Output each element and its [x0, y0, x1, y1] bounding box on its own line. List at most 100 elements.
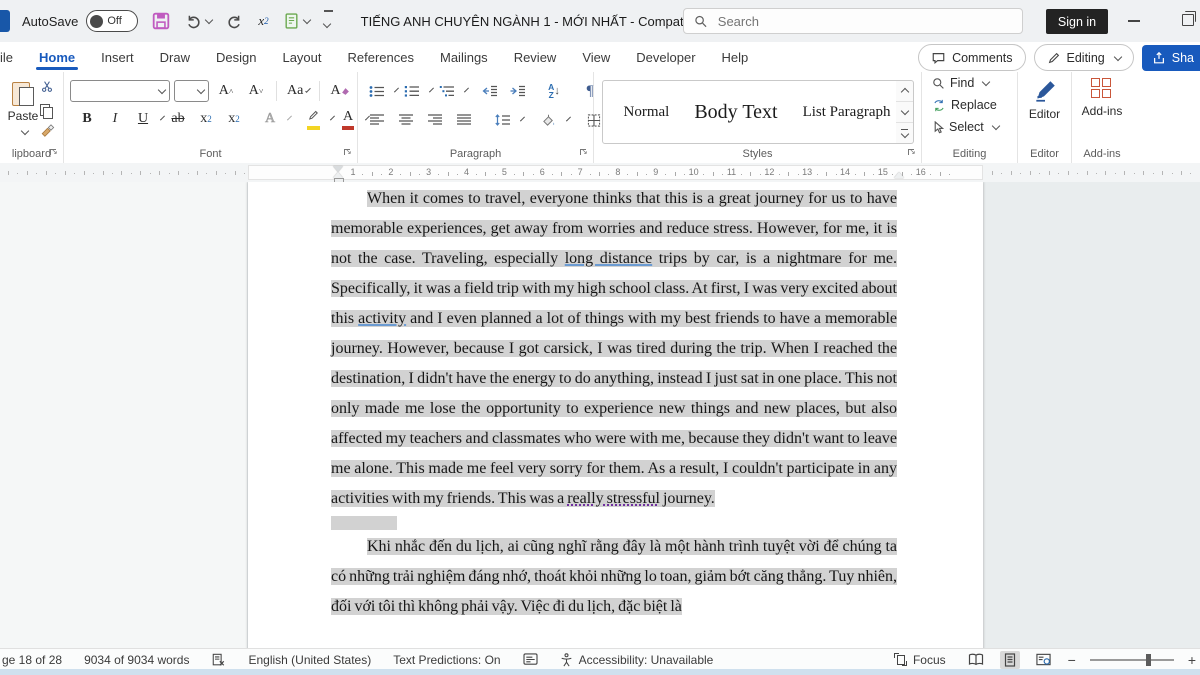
- font-name-combobox[interactable]: [70, 80, 170, 102]
- tab-layout[interactable]: Layout: [269, 42, 334, 72]
- grow-font-button[interactable]: A˄: [213, 80, 239, 102]
- sign-in-button[interactable]: Sign in: [1046, 9, 1108, 34]
- paste-dropdown-chevron-icon[interactable]: [21, 127, 29, 135]
- editing-mode-button[interactable]: Editing: [1034, 44, 1134, 71]
- font-size-combobox[interactable]: [174, 80, 209, 102]
- tab-design[interactable]: Design: [203, 42, 269, 72]
- flagged-text-run[interactable]: activity: [358, 310, 406, 327]
- text-predictions-indicator[interactable]: Text Predictions: On: [393, 653, 500, 667]
- shrink-font-button[interactable]: A˅: [243, 80, 269, 102]
- styles-gallery-more-button[interactable]: [896, 123, 913, 143]
- align-center-button[interactable]: [393, 109, 419, 131]
- word-count[interactable]: 9034 of 9034 words: [84, 653, 189, 667]
- zoom-slider[interactable]: [1090, 659, 1174, 661]
- styles-dialog-launcher-icon[interactable]: [908, 149, 918, 159]
- tab-mailings[interactable]: Mailings: [427, 42, 501, 72]
- share-button[interactable]: Sha: [1142, 45, 1200, 71]
- style-body-text[interactable]: Body Text: [694, 101, 777, 124]
- minimize-icon[interactable]: [1128, 20, 1140, 22]
- page-indicator[interactable]: ge 18 of 28: [2, 653, 62, 667]
- change-case-button[interactable]: Aa: [284, 80, 312, 102]
- justify-button[interactable]: [451, 109, 477, 131]
- text-run[interactable]: and I even planned a lot of things with …: [331, 310, 897, 507]
- new-dropdown-chevron-icon[interactable]: [302, 16, 310, 24]
- multilevel-chevron-icon[interactable]: [464, 88, 469, 93]
- tab-developer[interactable]: Developer: [623, 42, 708, 72]
- format-painter-button[interactable]: [40, 124, 55, 143]
- zoom-slider-handle[interactable]: [1146, 654, 1151, 666]
- numbering-button[interactable]: [399, 80, 425, 102]
- tab-references[interactable]: References: [335, 42, 427, 72]
- bullets-button[interactable]: [364, 80, 390, 102]
- autosave-toggle[interactable]: Off: [86, 10, 138, 32]
- save-button[interactable]: [152, 12, 170, 30]
- paragraph-dialog-launcher-icon[interactable]: [580, 149, 590, 159]
- increase-indent-button[interactable]: [505, 80, 531, 102]
- line-spacing-button[interactable]: [489, 109, 515, 131]
- customize-quick-access-toolbar-icon[interactable]: [324, 10, 333, 31]
- multilevel-list-button[interactable]: [434, 80, 460, 102]
- editor-button[interactable]: Editor: [1018, 78, 1071, 121]
- underline-button[interactable]: U: [130, 108, 156, 130]
- zoom-out-button[interactable]: −: [1068, 652, 1076, 668]
- strikethrough-button[interactable]: ab: [165, 108, 191, 130]
- tab-help[interactable]: Help: [709, 42, 762, 72]
- quick-access-new-button[interactable]: [283, 12, 310, 30]
- italic-button[interactable]: I: [102, 108, 128, 130]
- tab-view[interactable]: View: [569, 42, 623, 72]
- horizontal-ruler[interactable]: 12345678910111213141516: [0, 163, 1200, 183]
- sort-button[interactable]: AZ ↓: [541, 80, 567, 102]
- clear-formatting-button[interactable]: A: [327, 80, 353, 102]
- subscript-button[interactable]: x2: [193, 108, 219, 130]
- shading-chevron-icon[interactable]: [566, 117, 571, 122]
- search-input[interactable]: [716, 13, 1012, 30]
- addins-button[interactable]: Add-ins: [1072, 78, 1132, 118]
- subscript-quick-access-button[interactable]: x2: [258, 13, 268, 29]
- redo-button[interactable]: [226, 13, 244, 30]
- flagged-text-run[interactable]: long distance: [565, 250, 652, 267]
- word-app-icon[interactable]: [0, 10, 10, 32]
- paragraph[interactable]: When it comes to travel, everyone thinks…: [331, 184, 897, 514]
- read-mode-button[interactable]: [966, 651, 986, 669]
- tab-draw[interactable]: Draw: [147, 42, 203, 72]
- text-effects-chevron-icon[interactable]: [287, 116, 292, 121]
- zoom-in-button[interactable]: +: [1188, 652, 1196, 668]
- style-list-paragraph[interactable]: List Paragraph: [803, 104, 891, 121]
- flagged-text-run[interactable]: really stressful: [567, 490, 660, 507]
- web-layout-button[interactable]: [1034, 651, 1054, 669]
- document-page[interactable]: When it comes to travel, everyone thinks…: [248, 182, 983, 648]
- cut-button[interactable]: [40, 80, 55, 98]
- align-left-button[interactable]: [364, 109, 390, 131]
- paragraph[interactable]: Khi nhắc đến du lịch, ai cũng nghĩ rằng …: [331, 532, 897, 622]
- text-predictions-button[interactable]: [523, 653, 538, 666]
- superscript-button[interactable]: x2: [221, 108, 247, 130]
- replace-button[interactable]: Replace: [922, 94, 1017, 116]
- accessibility-button[interactable]: Accessibility: Unavailable: [560, 653, 714, 667]
- comments-button[interactable]: Comments: [918, 44, 1025, 71]
- find-button[interactable]: Find: [922, 72, 1017, 94]
- proofing-errors-button[interactable]: [211, 653, 226, 667]
- copy-button[interactable]: [40, 104, 53, 118]
- tab-review[interactable]: Review: [501, 42, 570, 72]
- highlight-color-button[interactable]: [300, 108, 326, 130]
- decrease-indent-button[interactable]: [477, 80, 503, 102]
- search-box[interactable]: [683, 8, 1023, 34]
- tab-insert[interactable]: Insert: [88, 42, 147, 72]
- text-run[interactable]: Khi nhắc đến du lịch, ai cũng nghĩ rằng …: [331, 538, 897, 615]
- style-normal[interactable]: Normal: [624, 104, 670, 121]
- print-layout-button[interactable]: [1000, 651, 1020, 669]
- tab-home[interactable]: Home: [26, 42, 88, 72]
- line-spacing-chevron-icon[interactable]: [520, 117, 525, 122]
- restore-window-icon[interactable]: [1182, 14, 1194, 26]
- clipboard-dialog-launcher-icon[interactable]: [50, 149, 60, 159]
- language-indicator[interactable]: English (United States): [248, 653, 371, 667]
- styles-scroll-down-button[interactable]: [896, 102, 913, 123]
- shading-button[interactable]: [535, 109, 561, 131]
- align-right-button[interactable]: [422, 109, 448, 131]
- undo-button[interactable]: [184, 13, 212, 30]
- focus-button[interactable]: Focus: [894, 653, 946, 667]
- text-run[interactable]: journey.: [660, 490, 715, 507]
- select-button[interactable]: Select: [922, 116, 1017, 138]
- paste-button[interactable]: Paste: [6, 80, 40, 137]
- bold-button[interactable]: B: [74, 108, 100, 130]
